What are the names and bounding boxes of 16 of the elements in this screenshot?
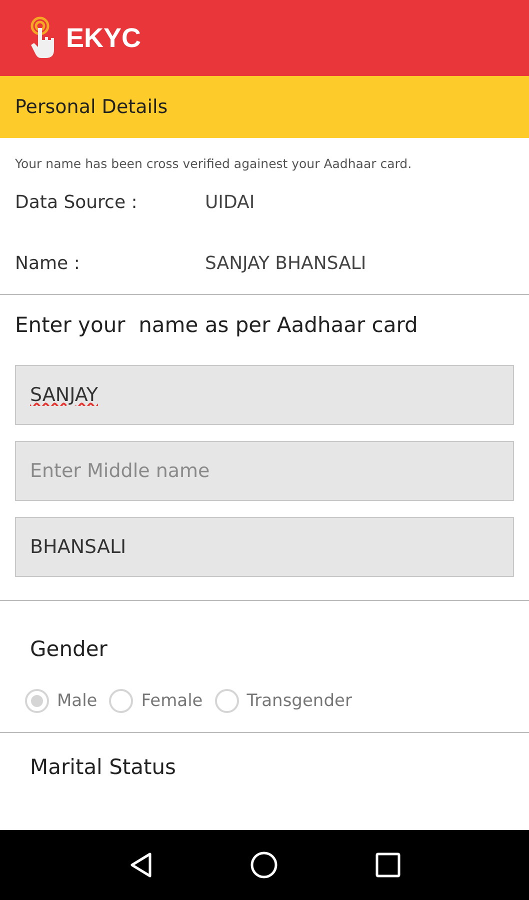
detail-label: Name : (15, 252, 81, 274)
name-field[interactable]: BHANSALI (15, 517, 514, 577)
detail-value: SANJAY BHANSALI (205, 252, 366, 274)
app-title: EKYC (66, 22, 142, 54)
name-prompt: Enter your name as per Aadhaar card (14, 312, 419, 337)
detail-value: UIDAI (205, 192, 255, 212)
back-icon[interactable] (128, 851, 154, 879)
name-field[interactable]: SANJAY (15, 365, 514, 425)
gender-label: Gender (29, 636, 108, 661)
detail-label: Data Source : (15, 192, 138, 212)
section-header: Personal Details (0, 76, 529, 138)
name-field[interactable]: Enter Middle name (15, 441, 514, 501)
home-icon[interactable] (249, 850, 280, 880)
recents-icon[interactable] (375, 852, 402, 878)
marital-status-label: Marital Status (29, 754, 177, 779)
info-text: Your name has been cross verified againest your Aadhaar card. (14, 155, 413, 171)
